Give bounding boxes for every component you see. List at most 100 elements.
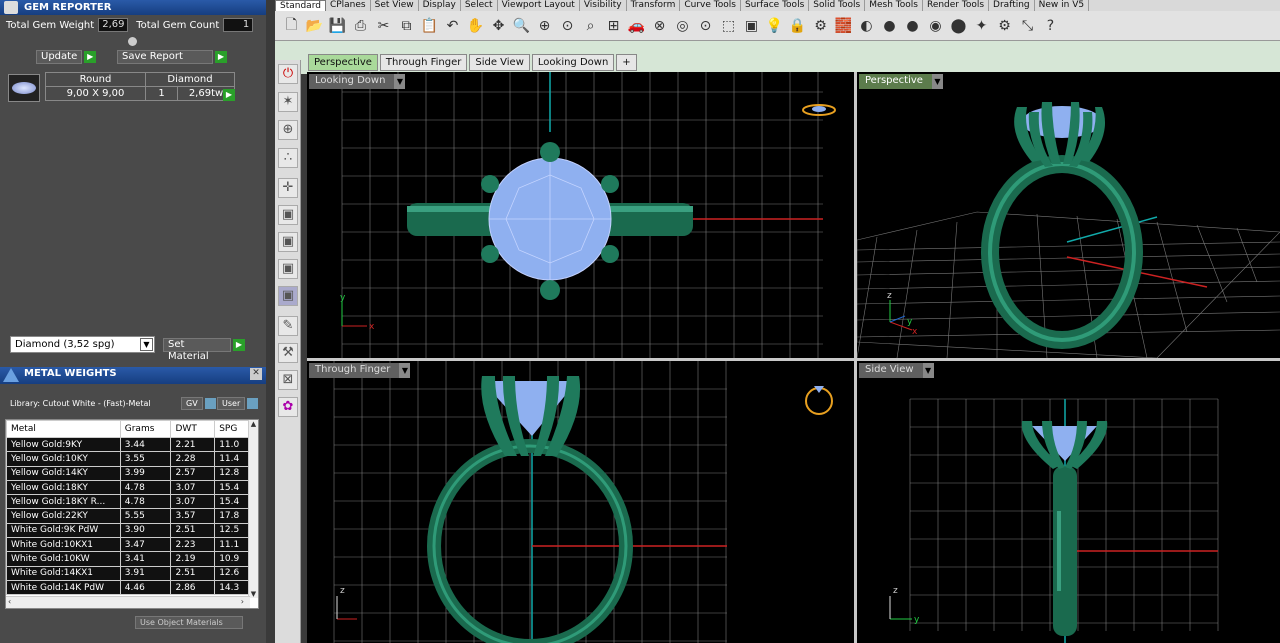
save-icon[interactable]: 💾 <box>327 15 348 36</box>
material-icon[interactable]: 🧱 <box>833 15 854 36</box>
column-header[interactable]: DWT <box>170 420 216 438</box>
tab-viewport-layout[interactable]: Viewport Layout <box>498 0 580 11</box>
puzzle-icon[interactable]: ✿ <box>278 397 298 417</box>
viewport-label[interactable]: Perspective ▼ <box>859 74 943 89</box>
cube-top-icon[interactable]: ▣ <box>278 205 298 225</box>
tab-transform[interactable]: Transform <box>627 0 681 11</box>
stop-icon[interactable]: ⏻ <box>278 64 298 84</box>
gv-toggle[interactable]: GV <box>181 397 216 410</box>
viewport-label[interactable]: Through Finger ▼ <box>309 363 411 378</box>
tab-drafting[interactable]: Drafting <box>989 0 1035 11</box>
nodes-icon[interactable]: ∴ <box>278 148 298 168</box>
scroll-left-icon[interactable]: ‹ <box>8 597 11 606</box>
tab-select[interactable]: Select <box>461 0 498 11</box>
tab-looking-down[interactable]: Looking Down <box>531 54 615 71</box>
layer-icon[interactable]: ▣ <box>741 15 762 36</box>
undo-icon[interactable]: ↶ <box>442 15 463 36</box>
zoom-extents-icon[interactable]: ⊙ <box>557 15 578 36</box>
set-material-button[interactable]: Set Material ▶ <box>163 338 245 362</box>
table-row[interactable]: White Gold:14K PdW 4.46 2.86 14.3 <box>6 579 253 596</box>
help-icon[interactable]: ? <box>1040 15 1061 36</box>
tab-through-finger[interactable]: Through Finger <box>379 54 468 71</box>
tab-cplanes[interactable]: CPlanes <box>326 0 371 11</box>
cube-perspective-icon[interactable]: ▣ <box>278 286 298 306</box>
table-row[interactable]: White Gold:14KX1 3.91 2.51 12.6 <box>6 565 253 581</box>
tab-standard[interactable]: Standard <box>275 0 326 11</box>
table-row[interactable]: White Gold:10KX1 3.47 2.23 11.1 <box>6 537 253 553</box>
zoom-selected-icon[interactable]: ⌕ <box>580 15 601 36</box>
blue-sphere-icon[interactable]: ⬤ <box>948 15 969 36</box>
viewport-perspective[interactable]: Perspective ▼ z y x <box>857 72 1280 358</box>
update-button[interactable]: Update ▶ <box>36 50 97 64</box>
tab-solid-tools[interactable]: Solid Tools <box>809 0 866 11</box>
table-row[interactable]: Yellow Gold:22KY 5.55 3.57 17.8 <box>6 508 253 524</box>
zoom-icon[interactable]: 🔍 <box>511 15 532 36</box>
table-row[interactable]: Yellow Gold:10KY 3.55 2.28 11.4 <box>6 451 253 467</box>
viewport-layout-icon[interactable]: ⊞ <box>603 15 624 36</box>
globe-icon[interactable]: ⊕ <box>278 120 298 140</box>
viewport-label[interactable]: Looking Down ▼ <box>309 74 406 89</box>
vertical-scrollbar[interactable]: ▲ ▼ <box>248 420 258 598</box>
new-file-icon[interactable]: 🗋 <box>281 15 302 36</box>
close-icon[interactable]: ✕ <box>250 368 262 380</box>
tab-surface-tools[interactable]: Surface Tools <box>741 0 810 11</box>
add-tab-button[interactable]: + <box>616 54 637 71</box>
column-header[interactable]: Metal <box>6 420 121 438</box>
axis-tripod-icon[interactable]: ✶ <box>278 92 298 112</box>
pan-hand-icon[interactable]: ✋ <box>465 15 486 36</box>
cube-front-icon[interactable]: ▣ <box>278 232 298 252</box>
viewport-label[interactable]: Side View ▼ <box>859 363 934 378</box>
panel-slider-handle[interactable] <box>128 37 137 46</box>
shaded-sphere-icon[interactable]: ● <box>879 15 900 36</box>
light-bulb-icon[interactable]: 💡 <box>764 15 785 36</box>
use-object-materials-button[interactable]: Use Object Materials <box>135 616 243 629</box>
tab-new-in-v5[interactable]: New in V5 <box>1035 0 1090 11</box>
color-wheel-icon[interactable]: ◐ <box>856 15 877 36</box>
gem-tool-icon[interactable]: ✎ <box>278 316 298 336</box>
viewport-looking-down[interactable]: Looking Down ▼ x y <box>307 72 854 358</box>
osnap-icon[interactable]: ⊙ <box>695 15 716 36</box>
rendered-sphere-icon[interactable]: ● <box>902 15 923 36</box>
tab-mesh-tools[interactable]: Mesh Tools <box>865 0 923 11</box>
select-icon[interactable]: ⬚ <box>718 15 739 36</box>
cube-side-icon[interactable]: ▣ <box>278 259 298 279</box>
scroll-right-icon[interactable]: › <box>241 597 244 606</box>
gem-row-go-button[interactable]: ▶ <box>223 89 235 101</box>
tab-set-view[interactable]: Set View <box>371 0 419 11</box>
axis-icon[interactable]: ✛ <box>278 178 298 198</box>
tab-display[interactable]: Display <box>419 0 461 11</box>
bezel-tool-icon[interactable]: ⚒ <box>278 343 298 363</box>
table-row[interactable]: White Gold:10KW 3.41 2.19 10.9 <box>6 551 253 567</box>
print-icon[interactable]: ⎙ <box>350 15 371 36</box>
zoom-window-icon[interactable]: ⊕ <box>534 15 555 36</box>
lock-icon[interactable]: 🔒 <box>787 15 808 36</box>
render-icon[interactable]: ✦ <box>971 15 992 36</box>
rotate-view-icon[interactable]: ✥ <box>488 15 509 36</box>
ghosted-sphere-icon[interactable]: ◉ <box>925 15 946 36</box>
horizontal-scrollbar[interactable]: ‹ › <box>6 596 250 608</box>
column-header[interactable]: Grams <box>119 420 172 438</box>
frame-tool-icon[interactable]: ⊠ <box>278 370 298 390</box>
tab-perspective[interactable]: Perspective <box>308 54 378 71</box>
properties-icon[interactable]: ⚙ <box>810 15 831 36</box>
paste-icon[interactable]: 📋 <box>419 15 440 36</box>
material-select[interactable]: Diamond (3,52 spg) ▼ <box>10 336 155 353</box>
grid-snap-icon[interactable]: ◎ <box>672 15 693 36</box>
named-view-icon[interactable]: 🚗 <box>626 15 647 36</box>
tab-curve-tools[interactable]: Curve Tools <box>680 0 741 11</box>
save-report-button[interactable]: Save Report ▶ <box>117 50 227 64</box>
viewport-through-finger[interactable]: Through Finger ▼ z <box>307 361 854 643</box>
user-toggle[interactable]: User <box>217 397 259 410</box>
copy-icon[interactable]: ⧉ <box>396 15 417 36</box>
tab-side-view[interactable]: Side View <box>469 54 530 71</box>
tab-visibility[interactable]: Visibility <box>580 0 627 11</box>
open-folder-icon[interactable]: 📂 <box>304 15 325 36</box>
viewport-side-view[interactable]: Side View ▼ z y <box>857 361 1280 643</box>
dimension-icon[interactable]: ⤡ <box>1017 15 1038 36</box>
table-row[interactable]: White Gold:9K PdW 3.90 2.51 12.5 <box>6 522 253 539</box>
column-header[interactable]: SPG <box>214 420 253 438</box>
table-row[interactable]: Yellow Gold:9KY 3.44 2.21 11.0 <box>6 436 253 453</box>
scroll-down-icon[interactable]: ▼ <box>249 590 258 598</box>
table-row[interactable]: Yellow Gold:14KY 3.99 2.57 12.8 <box>6 465 253 481</box>
scroll-up-icon[interactable]: ▲ <box>249 420 258 428</box>
